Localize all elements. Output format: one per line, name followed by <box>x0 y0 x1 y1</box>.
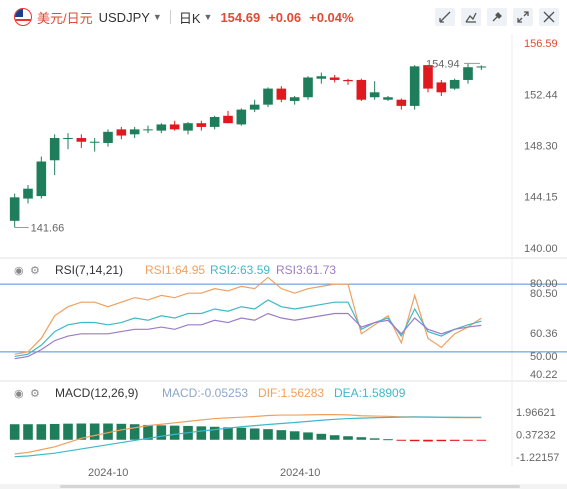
dea-label: DEA:1.58909 <box>334 386 406 400</box>
candle-body <box>449 79 460 89</box>
rsi2-label: RSI2:63.59 <box>210 263 270 277</box>
rsi-axis-label: 50.00 <box>530 351 558 363</box>
settings-icon: ⚙ <box>30 388 40 400</box>
candle-body <box>276 88 287 100</box>
candle-body <box>476 66 487 68</box>
macd-hist-bar <box>36 424 47 440</box>
macd-hist-bar <box>449 439 460 441</box>
macd-axis-label: -1.22157 <box>516 452 559 464</box>
candle-body <box>36 161 47 197</box>
candle-body <box>129 129 140 135</box>
candle-body <box>223 115 233 124</box>
macd-label: MACD:-0.05253 <box>162 386 248 400</box>
macd-hist-bar <box>316 433 327 440</box>
rsi1-label: RSI1:64.95 <box>145 263 205 277</box>
macd-hist-bar <box>289 431 300 440</box>
macd-hist-bar <box>169 425 180 440</box>
price-axis-label: 152.44 <box>524 89 558 101</box>
candle-body <box>356 79 367 100</box>
macd-axis-label: 1.96621 <box>516 407 556 419</box>
macd-hist-bar <box>223 427 233 440</box>
macd-hist-bar <box>356 437 367 440</box>
candle-body <box>249 104 260 110</box>
candle-body <box>409 66 420 106</box>
candle-body <box>23 188 33 199</box>
candle-body <box>76 138 87 142</box>
macd-hist-bar <box>249 428 260 440</box>
candle-body <box>49 138 60 161</box>
macd-hist-bar <box>116 423 127 440</box>
macd-hist-bar <box>369 438 380 440</box>
settings-icon: ⚙ <box>30 265 40 277</box>
price-axis-label: 144.15 <box>524 192 558 204</box>
macd-hist-bar <box>409 439 420 442</box>
candle-body <box>396 99 407 106</box>
candle-body <box>329 77 340 80</box>
eye-icon: ◉ <box>14 388 24 400</box>
candle-body <box>436 82 447 93</box>
candle-body <box>209 117 220 127</box>
chart-widget: 美元/日元 USDJPY ▼ 日K ▼ 154.69 +0.06 +0.04% <box>0 0 567 489</box>
rsi-axis-label: 60.36 <box>530 328 558 340</box>
candle-body <box>9 197 20 221</box>
price-axis-label: 156.59 <box>524 38 558 50</box>
candle-body <box>316 76 327 79</box>
scrollbar-thumb[interactable] <box>60 485 520 488</box>
candle-body <box>156 124 167 131</box>
candle-body <box>383 97 393 100</box>
rsi-title: RSI(7,14,21) <box>55 263 123 277</box>
macd-hist-bar <box>89 423 100 440</box>
price-axis-label: 148.30 <box>524 140 558 152</box>
candle-body <box>169 124 180 130</box>
x-axis-label: 2024-10 <box>280 467 320 479</box>
macd-title: MACD(12,26,9) <box>55 386 138 400</box>
candle-body <box>183 123 193 131</box>
macd-hist-bar <box>196 426 207 440</box>
candle-body <box>236 109 247 125</box>
candle-body <box>103 131 113 143</box>
macd-axis-label: 0.37232 <box>516 430 556 442</box>
chart-canvas[interactable]: 156.59 152.44 148.30 144.15 140.00 154.94 141.… <box>0 0 567 489</box>
candle-body <box>63 138 73 140</box>
candle-body <box>196 123 207 127</box>
candle-body <box>263 88 273 105</box>
macd-hist-bar <box>329 435 340 440</box>
macd-hist-bar <box>383 439 393 441</box>
x-axis-label: 2024-10 <box>88 467 128 479</box>
candle-body <box>89 141 100 143</box>
candle-body <box>116 129 127 136</box>
macd-hist-bar <box>9 424 20 440</box>
macd-hist-bar <box>236 427 247 440</box>
candle-body <box>289 97 300 101</box>
macd-hist-bar <box>129 424 140 440</box>
macd-hist-bar <box>423 439 433 442</box>
macd-hist-bar <box>436 439 447 442</box>
candle-body <box>343 79 353 82</box>
macd-hist-bar <box>49 423 60 440</box>
eye-icon: ◉ <box>14 265 24 277</box>
candle-body <box>143 129 153 131</box>
price-axis-label: 140.00 <box>524 243 558 255</box>
dif-label: DIF:1.56283 <box>258 386 324 400</box>
macd-hist-bar <box>263 429 273 440</box>
rsi-axis-label: 80.50 <box>530 288 558 300</box>
macd-hist-bar <box>156 425 167 440</box>
macd-hist-bar <box>63 423 73 440</box>
candle-body <box>303 77 313 98</box>
macd-hist-bar <box>396 439 407 441</box>
candle-body <box>369 92 380 98</box>
macd-hist-bar <box>476 439 487 441</box>
macd-hist-bar <box>303 432 313 440</box>
rsi-axis-label: 40.22 <box>530 369 558 381</box>
macd-hist-bar <box>343 436 353 440</box>
rsi3-label: RSI3:61.73 <box>276 263 336 277</box>
macd-hist-bar <box>23 424 33 440</box>
high-label: 154.94 <box>426 58 460 70</box>
candle-body <box>463 67 473 80</box>
macd-hist-bar <box>463 439 473 441</box>
low-label: 141.66 <box>31 222 65 234</box>
macd-hist-bar <box>276 430 287 440</box>
